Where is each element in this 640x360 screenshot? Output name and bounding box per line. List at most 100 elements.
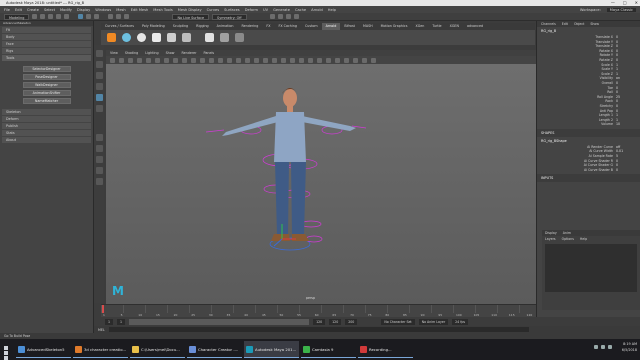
taskbar-item[interactable]: Character Creator -... — [187, 341, 242, 358]
shelf-tab-rigging[interactable]: Rigging — [192, 23, 213, 30]
shelf-tab-rendering[interactable]: Rendering — [237, 23, 262, 30]
field-chart-icon[interactable] — [191, 57, 196, 63]
mode-select[interactable]: Modeling — [4, 13, 30, 20]
hypershade-icon[interactable] — [293, 14, 299, 19]
channel-value[interactable]: 0 — [616, 168, 634, 173]
maximize-button[interactable]: □ — [623, 0, 627, 5]
workspace-select[interactable]: Maya Classic — [606, 7, 636, 12]
layers-menu[interactable]: Layers — [545, 237, 556, 241]
scale-tool-icon[interactable] — [95, 105, 103, 112]
use-default-material-icon[interactable] — [236, 57, 241, 63]
panel-menu-shading[interactable]: Shading — [125, 51, 138, 55]
menu-modify[interactable]: Modify — [60, 8, 72, 12]
save-scene-icon[interactable] — [48, 14, 54, 19]
end-frame-field[interactable]: 120 — [329, 318, 342, 325]
section-about[interactable]: About — [2, 137, 91, 143]
xray-components-icon[interactable] — [344, 57, 349, 63]
select-by-hierarchy-icon[interactable] — [78, 14, 84, 19]
range-start-field[interactable]: 1 — [117, 318, 126, 325]
motion-blur-icon[interactable] — [290, 57, 295, 63]
range-bar[interactable] — [129, 318, 310, 325]
taskbar-item[interactable]: Camtasia 9 — [301, 341, 356, 358]
image-plane-icon[interactable] — [128, 57, 133, 63]
snap-point-icon[interactable] — [124, 14, 130, 19]
command-input[interactable] — [108, 327, 529, 332]
multisample-aa-icon[interactable] — [299, 57, 304, 63]
selector-designer-button[interactable]: SelectorDesigner — [22, 66, 71, 72]
xray-joints-icon[interactable] — [335, 57, 340, 63]
taskbar-item[interactable]: 3d character creatio... — [73, 341, 128, 358]
tab-channels[interactable]: Channels — [541, 22, 556, 26]
menu-cache[interactable]: Cache — [295, 8, 306, 12]
safe-title-icon[interactable] — [209, 57, 214, 63]
shelf-tab-mash[interactable]: MASH — [359, 23, 377, 30]
volume-icon[interactable] — [220, 33, 229, 42]
selected-object-name[interactable]: RG_rig_B — [537, 27, 640, 35]
symmetry-select[interactable]: Symmetry: Off — [212, 13, 247, 20]
section-deform[interactable]: Deform — [2, 116, 91, 122]
redo-icon[interactable] — [64, 14, 70, 19]
fps-select[interactable]: 24 fps — [452, 318, 469, 325]
undo-icon[interactable] — [56, 14, 62, 19]
shelf-tab-animation[interactable]: Animation — [213, 23, 238, 30]
area-light-icon[interactable] — [122, 33, 131, 42]
shelf-tab-turtle[interactable]: Turtle — [428, 23, 445, 30]
menu-mesh[interactable]: Mesh — [116, 8, 125, 12]
shelf-tab-sculpting[interactable]: Sculpting — [169, 23, 192, 30]
windows-start-icon[interactable] — [2, 343, 14, 360]
panel-menu-renderer[interactable]: Renderer — [181, 51, 196, 55]
xray-icon[interactable] — [326, 57, 331, 63]
current-frame-marker[interactable] — [102, 305, 104, 313]
side-by-side-layout-icon[interactable] — [95, 156, 103, 163]
mesh-light-icon[interactable] — [167, 33, 176, 42]
shape-name[interactable]: RG_rig_BShape — [537, 137, 640, 145]
shelf-tab-arnold[interactable]: Arnold — [321, 23, 341, 30]
move-tool-icon[interactable] — [95, 83, 103, 90]
outliner-layout-icon[interactable] — [95, 167, 103, 174]
four-pane-layout-icon[interactable] — [95, 145, 103, 152]
gate-mask-icon[interactable] — [182, 57, 187, 63]
grease-pencil-icon[interactable] — [146, 57, 151, 63]
shelf-tab-fx[interactable]: FX — [262, 23, 274, 30]
anim-layer-select[interactable]: No Anim Layer — [418, 318, 449, 325]
depth-of-field-icon[interactable] — [308, 57, 313, 63]
camera-attributes-icon[interactable] — [110, 57, 115, 63]
shelf-tab-curves-surfaces[interactable]: Curves / Surfaces — [101, 23, 138, 30]
panel-menu-lighting[interactable]: Lighting — [145, 51, 158, 55]
shape-channel-row[interactable]: Ai Curve Shader B0 — [537, 168, 640, 173]
shadows-icon[interactable] — [272, 57, 277, 63]
shelf-tab-poly-modeling[interactable]: Poly Modeling — [138, 23, 169, 30]
shelf-tab-motion-graphics[interactable]: Motion Graphics — [377, 23, 412, 30]
taskbar-item[interactable]: C:\Users\mel\Docu... — [130, 341, 185, 358]
panel-menu-panels[interactable]: Panels — [204, 51, 215, 55]
snap-curve-icon[interactable] — [116, 14, 122, 19]
menu-uv[interactable]: UV — [263, 8, 268, 12]
skull-icon[interactable] — [152, 33, 161, 42]
tab-display-layers[interactable]: Display — [545, 231, 557, 235]
channel-row[interactable]: Volume 10 — [537, 122, 640, 127]
panel-menu-view[interactable]: View — [110, 51, 118, 55]
arnold-render-icon[interactable] — [107, 33, 116, 42]
single-pane-layout-icon[interactable] — [95, 134, 103, 141]
menu-mesh-display[interactable]: Mesh Display — [178, 8, 202, 12]
shelf-tab-xgen[interactable]: XGEN — [446, 23, 463, 30]
menu-file[interactable]: File — [4, 8, 10, 12]
menu-create[interactable]: Create — [27, 8, 39, 12]
gamma-icon[interactable] — [362, 57, 367, 63]
textured-icon[interactable] — [254, 57, 259, 63]
taskbar-item[interactable]: Autodesk Maya 201... — [244, 341, 299, 358]
resolution-gate-icon[interactable] — [173, 57, 178, 63]
panel-menu-show[interactable]: Show — [166, 51, 175, 55]
bookmark-icon[interactable] — [119, 57, 124, 63]
pose-designer-button[interactable]: PoseDesigner — [22, 74, 71, 80]
menu-curves[interactable]: Curves — [207, 8, 219, 12]
menu-edit-mesh[interactable]: Edit Mesh — [131, 8, 149, 12]
section-face[interactable]: Face — [2, 41, 91, 47]
section-skeleton[interactable]: Skeleton — [2, 109, 91, 115]
help-menu[interactable]: Help — [580, 237, 587, 241]
isolate-select-icon[interactable] — [317, 57, 322, 63]
rotate-tool-icon[interactable] — [95, 94, 103, 101]
safe-action-icon[interactable] — [200, 57, 205, 63]
color-management-icon[interactable] — [371, 57, 376, 63]
new-scene-icon[interactable] — [32, 14, 38, 19]
